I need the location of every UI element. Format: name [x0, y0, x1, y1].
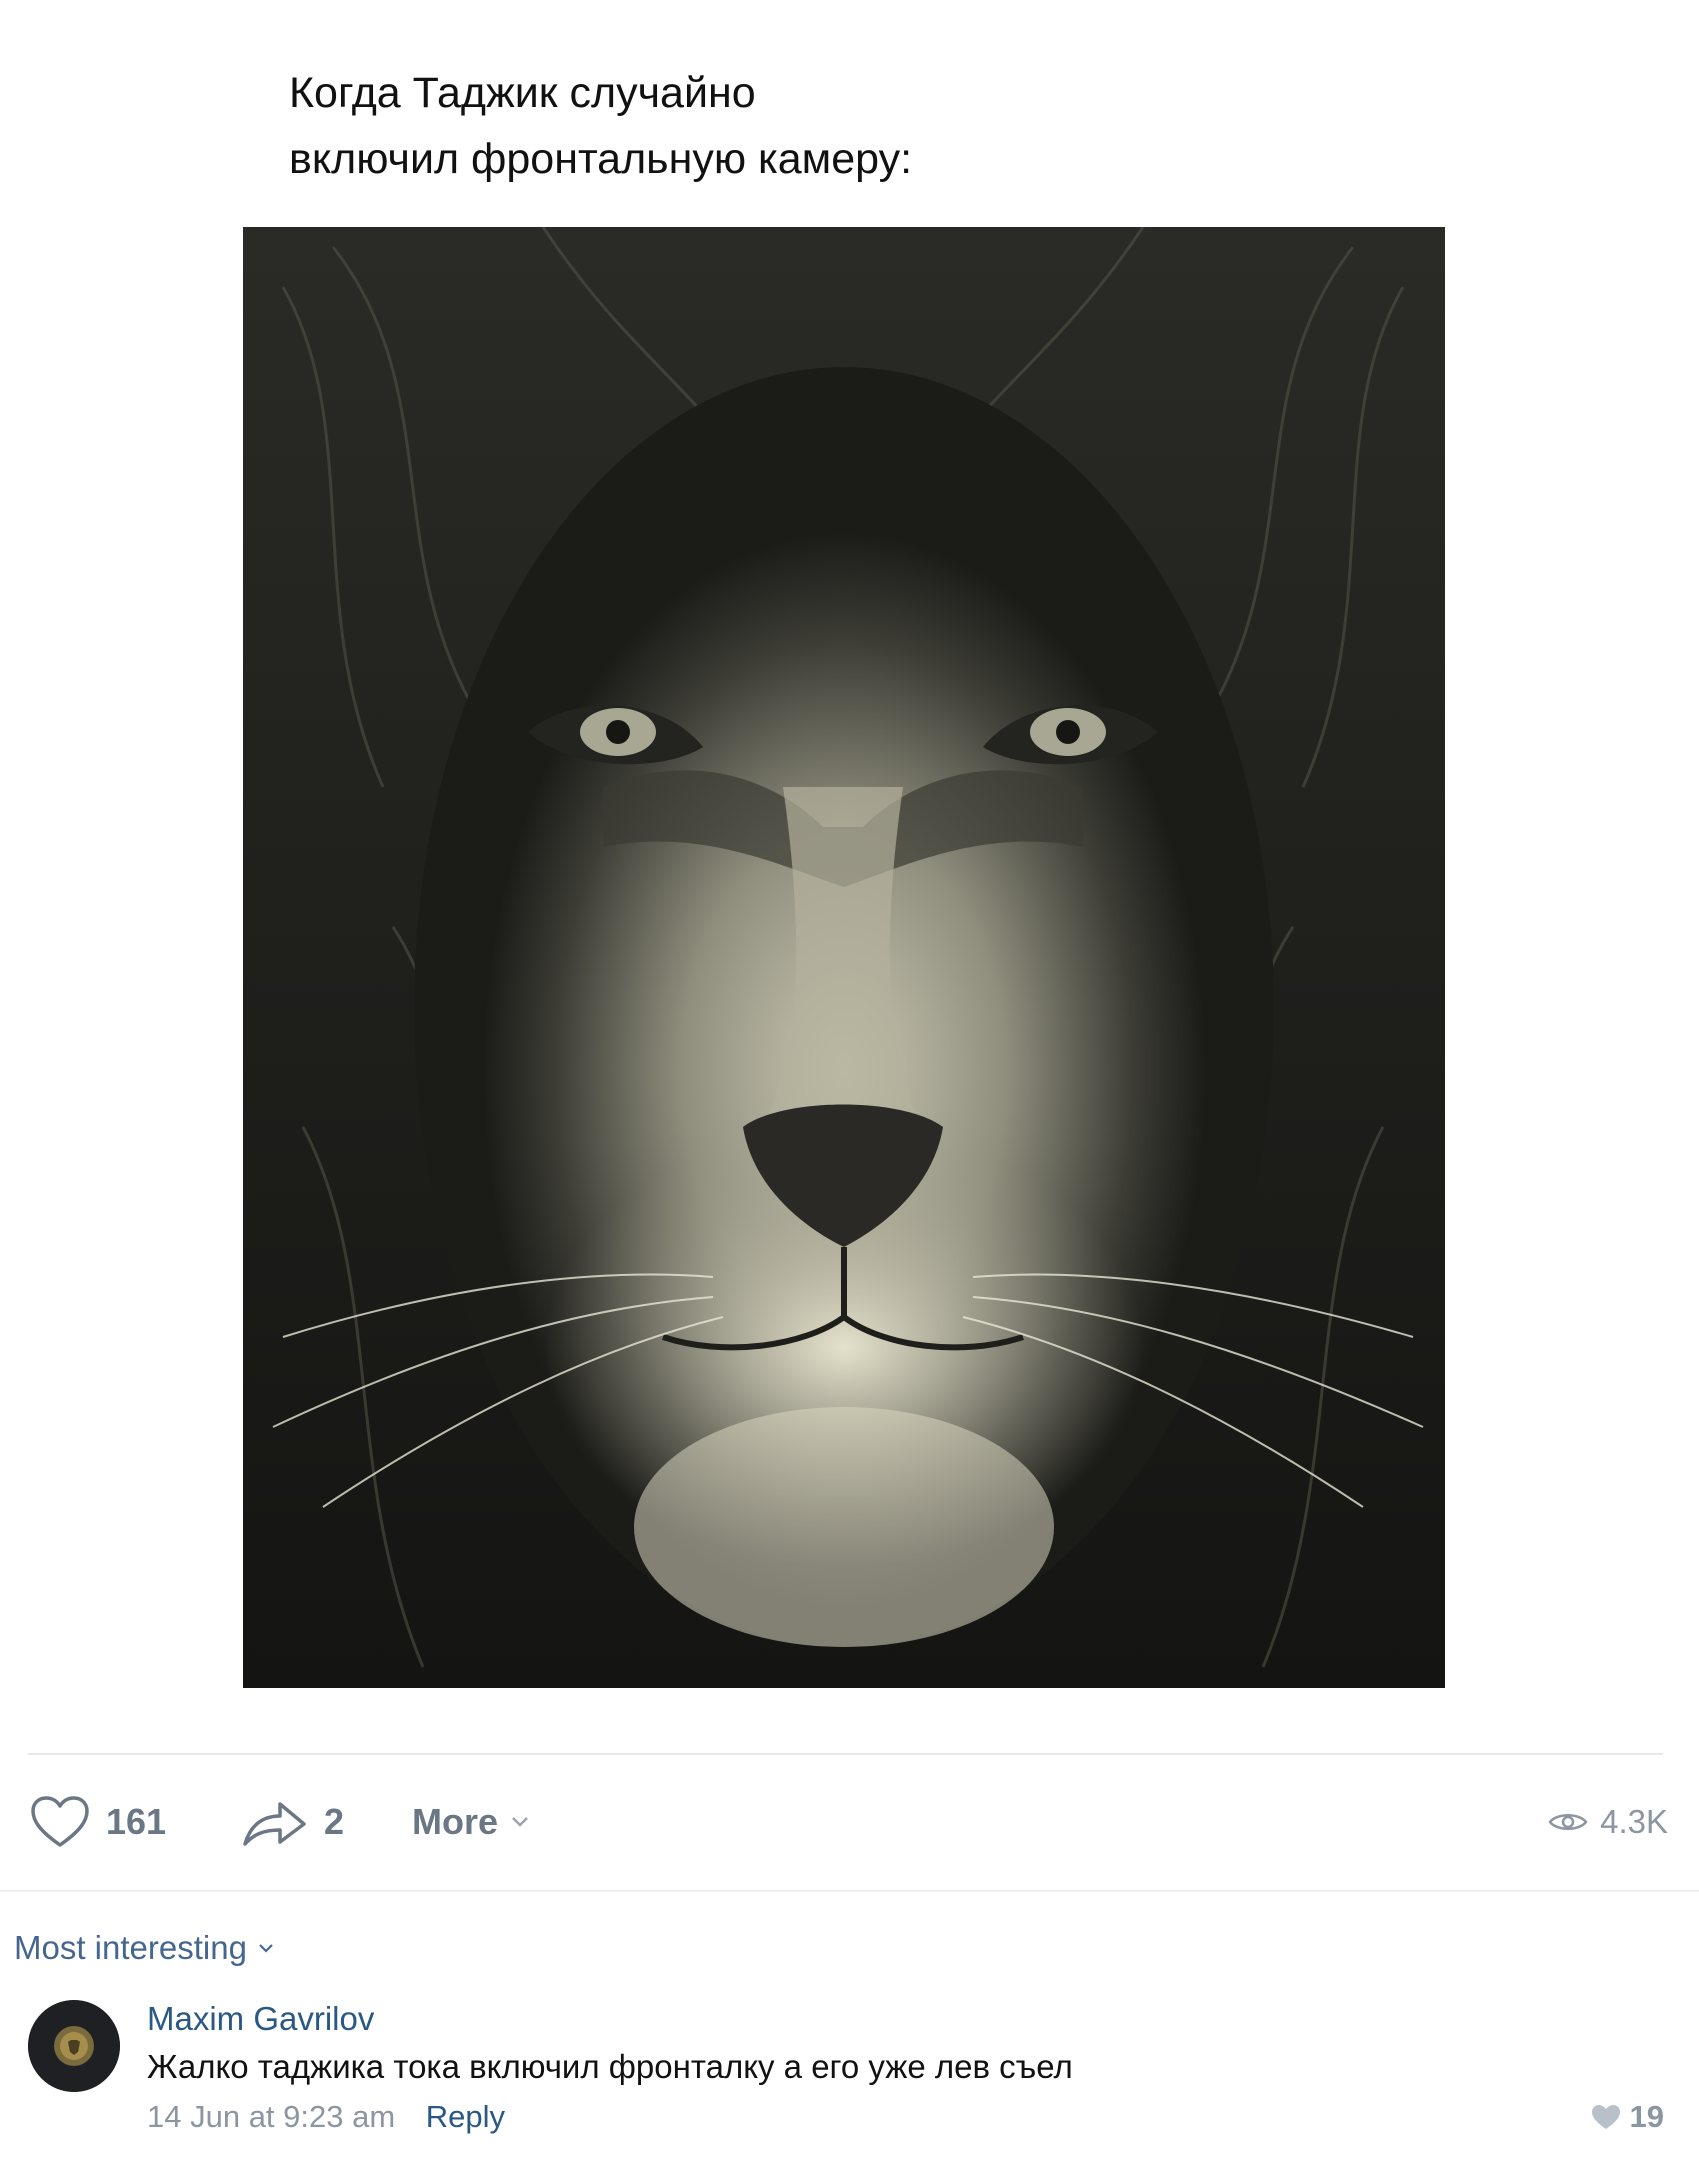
comment-like-button[interactable]: 19	[1590, 2096, 1664, 2138]
like-count: 161	[106, 1801, 167, 1842]
post-page: Когда Таджик случайно включил фронтальну…	[0, 0, 1699, 2160]
comment-like-count: 19	[1629, 2099, 1664, 2134]
reply-button[interactable]: Reply	[426, 2099, 505, 2134]
comment-text: Жалко таджика тока включил фронталку а е…	[147, 2048, 1073, 2085]
post-caption: Когда Таджик случайно включил фронтальну…	[289, 60, 1489, 192]
share-count: 2	[324, 1801, 345, 1842]
eye-icon	[1548, 1814, 1588, 1830]
share-button[interactable]: 2	[242, 1790, 344, 1854]
comment-item: Maxim Gavrilov Жалко таджика тока включи…	[28, 1998, 1668, 2138]
sort-label: Most interesting	[14, 1929, 247, 1966]
view-count: 4.3K	[1600, 1803, 1668, 1840]
caption-line-1: Когда Таджик случайно	[289, 69, 756, 117]
comments-sort-dropdown[interactable]: Most interesting	[14, 1925, 275, 1971]
post-divider	[28, 1753, 1663, 1755]
comments-divider	[0, 1890, 1699, 1892]
more-label: More	[412, 1801, 499, 1842]
lion-emblem-icon	[28, 2000, 120, 2092]
heart-icon	[1591, 2105, 1620, 2129]
comment-timestamp[interactable]: 14 Jun at 9:23 am	[147, 2099, 395, 2134]
more-button[interactable]: More	[412, 1790, 530, 1854]
avatar[interactable]	[28, 2000, 120, 2092]
comment-author[interactable]: Maxim Gavrilov	[147, 1998, 374, 2040]
comment-meta: 14 Jun at 9:23 am Reply	[147, 2096, 505, 2138]
post-action-bar: 161 2 More 4.3K	[28, 1790, 1668, 1854]
share-arrow-icon	[243, 1802, 306, 1846]
chevron-down-icon	[259, 1944, 273, 1953]
heart-icon	[31, 1796, 89, 1847]
like-button[interactable]: 161	[30, 1790, 166, 1854]
chevron-down-icon	[512, 1817, 528, 1827]
post-photo[interactable]	[243, 227, 1445, 1688]
caption-line-2: включил фронтальную камеру:	[289, 135, 913, 183]
lion-photo-icon	[243, 227, 1445, 1688]
view-counter: 4.3K	[1548, 1790, 1668, 1854]
